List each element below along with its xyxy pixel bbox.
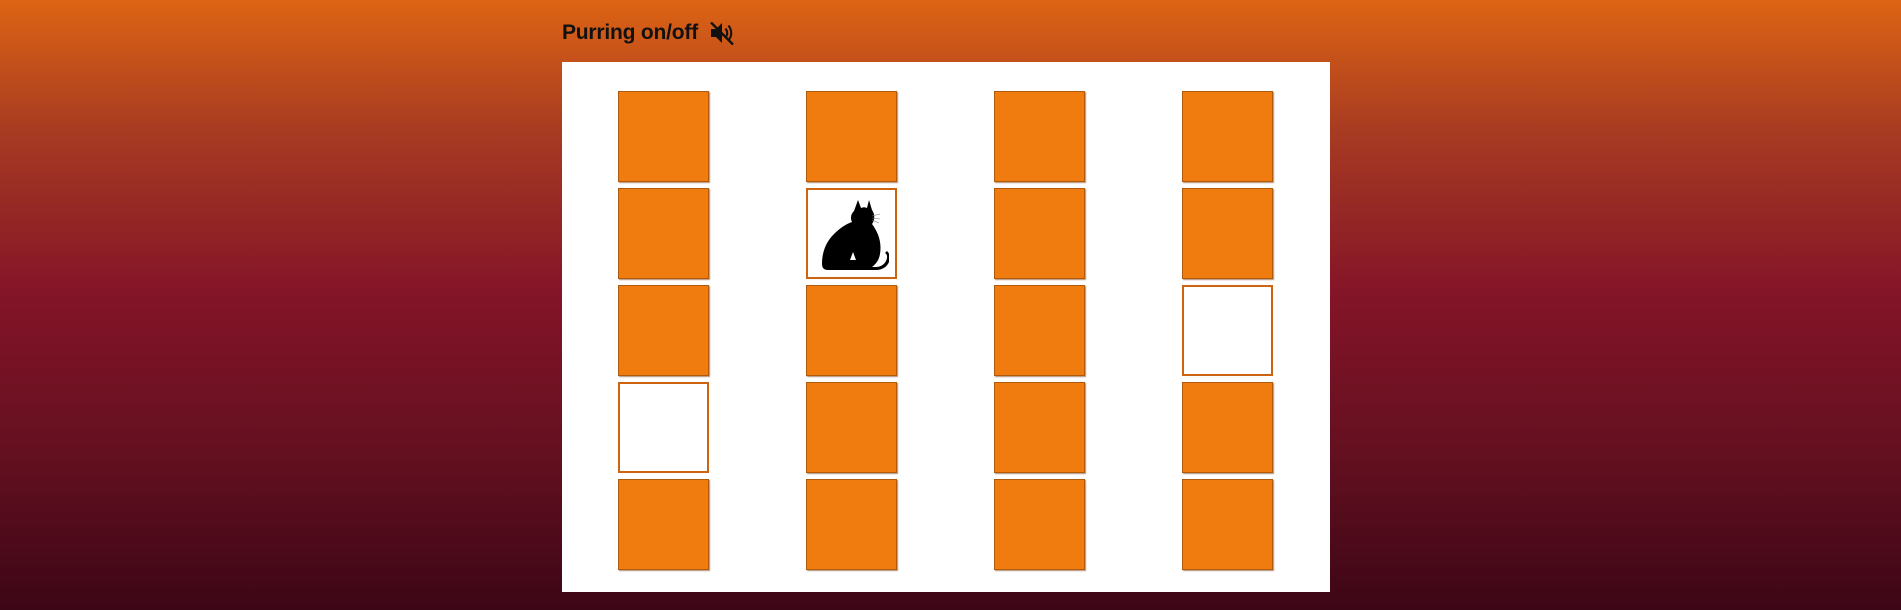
tile-hidden[interactable] — [1182, 382, 1273, 473]
purring-toggle-label: Purring on/off — [562, 21, 699, 44]
tile-hidden[interactable] — [618, 479, 709, 570]
tile-hidden[interactable] — [618, 91, 709, 182]
tile-hidden[interactable] — [806, 91, 897, 182]
tile-hidden[interactable] — [1182, 188, 1273, 279]
tile-hidden[interactable] — [994, 188, 1085, 279]
cat-silhouette-icon — [822, 200, 889, 270]
tile-hidden[interactable] — [618, 285, 709, 376]
game-board — [562, 62, 1330, 592]
tile-hidden[interactable] — [806, 479, 897, 570]
tile-revealed-empty[interactable] — [618, 382, 709, 473]
tile-hidden[interactable] — [806, 382, 897, 473]
tile-hidden[interactable] — [618, 188, 709, 279]
tile-hidden[interactable] — [994, 285, 1085, 376]
tile-hidden[interactable] — [806, 285, 897, 376]
tile-hidden[interactable] — [1182, 479, 1273, 570]
tile-revealed-cat[interactable] — [806, 188, 897, 279]
purring-toggle[interactable]: Purring on/off — [562, 18, 736, 48]
tile-hidden[interactable] — [994, 91, 1085, 182]
speaker-muted-icon[interactable] — [708, 19, 736, 47]
tile-hidden[interactable] — [994, 479, 1085, 570]
tile-hidden[interactable] — [1182, 91, 1273, 182]
tile-hidden[interactable] — [994, 382, 1085, 473]
tile-revealed-empty[interactable] — [1182, 285, 1273, 376]
